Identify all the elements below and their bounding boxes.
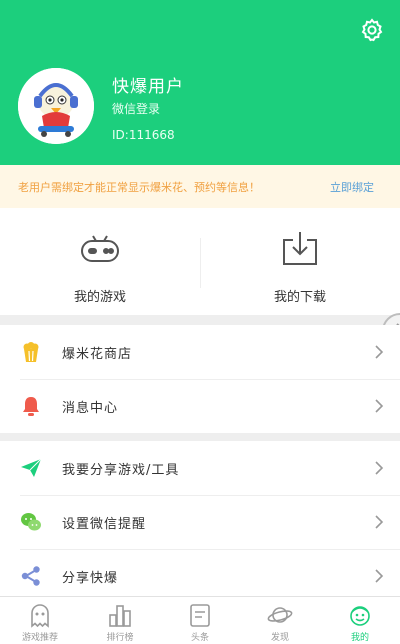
bind-now-link[interactable]: 立即绑定 — [330, 179, 374, 195]
tab-label: 头条 — [190, 633, 209, 643]
tab-label: 排行榜 — [106, 633, 134, 643]
tab-mine[interactable]: 我的 — [320, 597, 400, 644]
share-game-tool-label: 我要分享游戏/工具 — [62, 462, 180, 478]
tab-discover[interactable]: 发现 — [240, 597, 320, 644]
my-downloads-label: 我的下载 — [273, 290, 326, 305]
share-kuaibao-row[interactable]: 分享快爆 — [0, 549, 400, 603]
paper-plane-icon — [21, 458, 42, 477]
popcorn-store-label: 爆米花商店 — [62, 346, 133, 362]
username: 快爆用户 — [112, 77, 184, 97]
my-games-tile[interactable]: 我的游戏 — [0, 208, 200, 315]
wechat-reminder-row[interactable]: 设置微信提醒 — [0, 495, 400, 549]
wechat-reminder-label: 设置微信提醒 — [62, 516, 147, 532]
planet-icon — [267, 607, 293, 623]
chevron-right-icon — [375, 515, 384, 529]
profile-header: 快爆用户 微信登录 ID:111668 — [0, 0, 400, 165]
user-id: ID:111668 — [112, 128, 175, 142]
tab-label: 发现 — [270, 633, 289, 643]
wechat-icon — [21, 513, 41, 531]
download-icon — [283, 232, 317, 265]
tab-label: 我的 — [350, 633, 369, 643]
news-icon — [190, 604, 210, 627]
notice-text: 老用户需绑定才能正常显示爆米花、预约等信息！ — [18, 180, 260, 194]
tab-headlines[interactable]: 头条 — [160, 597, 240, 644]
quick-tiles: 我的游戏 我的下载 — [0, 208, 400, 315]
ranking-icon — [109, 605, 131, 627]
my-games-label: 我的游戏 — [73, 290, 126, 305]
share-game-tool-row[interactable]: 我要分享游戏/工具 — [0, 441, 400, 495]
popcorn-icon — [23, 342, 39, 362]
tab-ranking[interactable]: 排行榜 — [80, 597, 160, 644]
bell-icon — [23, 397, 39, 416]
chevron-right-icon — [375, 569, 384, 583]
bottom-tab-bar: 游戏推荐 排行榜 头条 发现 我的 — [0, 596, 400, 644]
share-icon — [21, 566, 40, 586]
user-avatar[interactable] — [18, 68, 94, 144]
message-center-row[interactable]: 消息中心 — [0, 379, 400, 433]
settings-gear-icon[interactable] — [360, 18, 384, 42]
my-downloads-tile[interactable]: 我的下载 — [200, 208, 400, 315]
share-kuaibao-label: 分享快爆 — [62, 570, 119, 586]
tab-game-recommend[interactable]: 游戏推荐 — [0, 597, 80, 644]
bind-account-notice: 老用户需绑定才能正常显示爆米花、预约等信息！ 立即绑定 — [0, 165, 400, 208]
menu-group-1: 爆米花商店 消息中心 — [0, 325, 400, 433]
chevron-right-icon — [375, 345, 384, 359]
gamepad-icon — [81, 235, 119, 262]
profile-face-icon — [350, 606, 370, 626]
login-type: 微信登录 — [112, 102, 161, 116]
chevron-right-icon — [375, 461, 384, 475]
ghost-icon — [31, 604, 49, 628]
tab-label: 游戏推荐 — [21, 633, 58, 643]
message-center-label: 消息中心 — [62, 400, 119, 416]
menu-group-2: 我要分享游戏/工具 设置微信提醒 分享快爆 — [0, 441, 400, 601]
popcorn-store-row[interactable]: 爆米花商店 — [0, 325, 400, 379]
chevron-right-icon — [375, 399, 384, 413]
